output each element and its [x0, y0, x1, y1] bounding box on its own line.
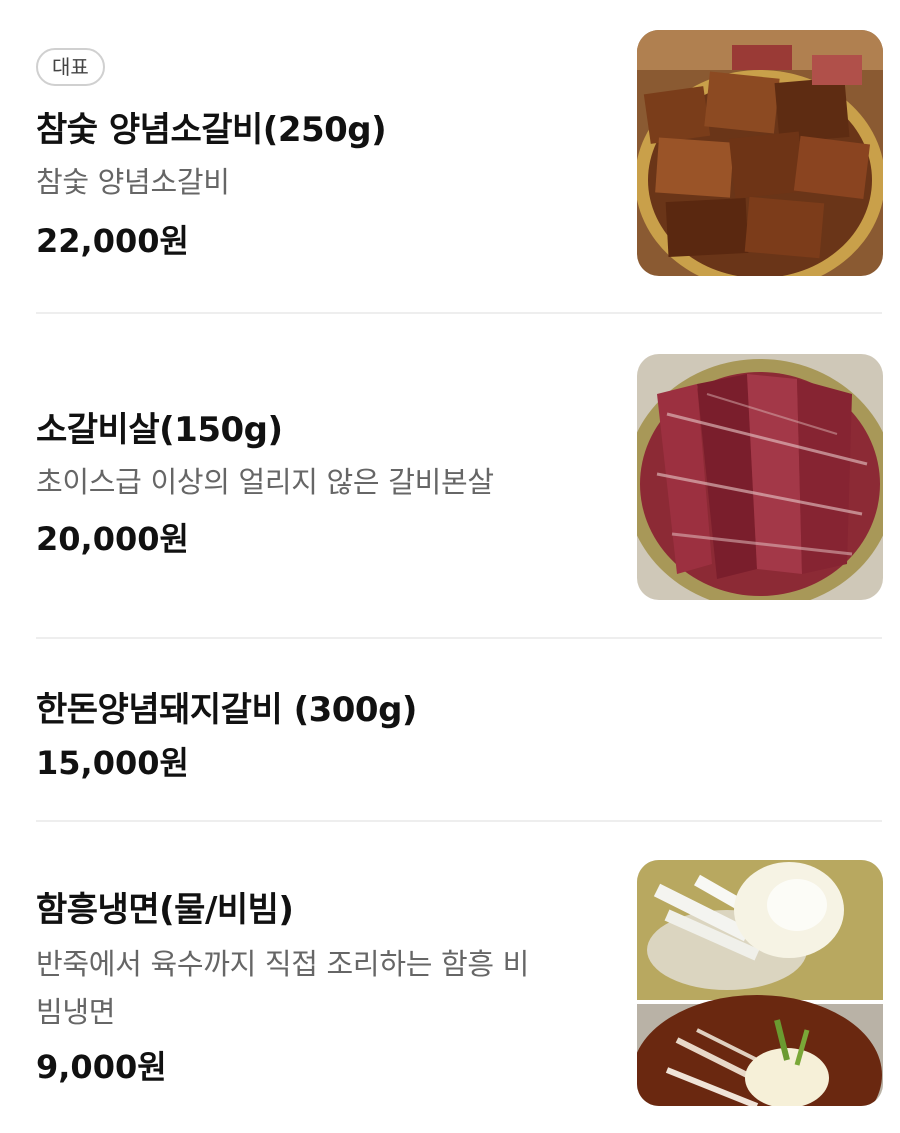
menu-item-price: 9,000원 [36, 1048, 167, 1086]
menu-item-galbisal[interactable]: 소갈비살(150g) 초이스급 이상의 얼리지 않은 갈비본살 20,000원 [36, 354, 883, 614]
menu-item-photo[interactable] [637, 354, 883, 600]
menu-item-dwaeji-galbi[interactable]: 한돈양념돼지갈비 (300g) 15,000원 [36, 660, 882, 810]
menu-item-description-line2: 빔냉면 [36, 995, 116, 1029]
menu-divider [36, 637, 882, 639]
menu-item-photo[interactable] [637, 860, 883, 1106]
menu-item-description: 참숯 양념소갈비 [36, 165, 230, 199]
menu-divider [36, 312, 882, 314]
menu-item-name: 소갈비살(150g) [36, 410, 283, 450]
menu-item-name: 한돈양념돼지갈비 (300g) [36, 690, 417, 730]
menu-item-price: 15,000원 [36, 744, 189, 782]
menu-item-naengmyeon[interactable]: 함흥냉면(물/비빔) 반죽에서 육수까지 직접 조리하는 함흥 비 빔냉면 9,… [36, 860, 883, 1120]
menu-item-name: 참숯 양념소갈비(250g) [36, 110, 387, 150]
menu-item-price: 20,000원 [36, 520, 189, 558]
signature-badge: 대표 [36, 48, 105, 86]
menu-divider [36, 820, 882, 822]
menu-item-name: 함흥냉면(물/비빔) [36, 890, 294, 930]
menu-item-price: 22,000원 [36, 222, 189, 260]
menu-item-description-line1: 반죽에서 육수까지 직접 조리하는 함흥 비 [36, 947, 530, 981]
menu-item-galbi[interactable]: 대표 참숯 양념소갈비(250g) 참숯 양념소갈비 22,000원 [36, 30, 883, 300]
menu-item-description: 초이스급 이상의 얼리지 않은 갈비본살 [36, 465, 494, 499]
menu-item-photo[interactable] [637, 30, 883, 276]
